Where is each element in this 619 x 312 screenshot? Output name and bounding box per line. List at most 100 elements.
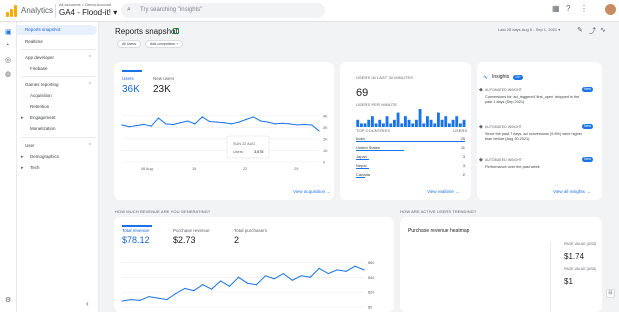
share-icon[interactable]: ⤴ [589, 26, 596, 36]
minute-bar [455, 116, 459, 127]
country-users: 3 [462, 154, 465, 159]
chevron-up-icon: ⌃ [87, 55, 92, 61]
minute-bar [411, 123, 415, 127]
account-breadcrumb[interactable]: All accounts > Demo Account [59, 2, 111, 7]
minute-bar [462, 119, 466, 127]
revenue-line-chart[interactable]: $0 $20 $40 $60 [114, 217, 394, 312]
x-tick-label: 15 [192, 167, 196, 171]
add-comparison-button[interactable]: Add comparison + [145, 40, 184, 48]
tooltip-date: SUN 22 AUG [233, 142, 255, 146]
avatar[interactable] [605, 4, 616, 15]
nav-realtime[interactable]: Realtime [17, 37, 97, 47]
nav-acquisition[interactable]: Acquisition [17, 91, 97, 101]
country-row[interactable]: Nepal 3 [356, 162, 465, 170]
insights-icon[interactable]: ∿ [600, 26, 606, 34]
expand-arrow-icon: ▸ [21, 115, 24, 121]
property-selector[interactable]: GA4 - Flood-it! ▾ [59, 8, 117, 17]
data-point [274, 123, 276, 125]
data-point [296, 124, 298, 126]
data-point [309, 276, 311, 278]
view-realtime-link[interactable]: View realtime → [427, 189, 460, 194]
nav-app-developer[interactable]: App developer ⌃ [17, 53, 97, 63]
home-icon[interactable]: ▣ [5, 28, 12, 36]
minute-bar [385, 116, 389, 127]
nav-label: Tech [30, 165, 40, 170]
purchase-heatmap-card: Purchase revenue heatmap PAGE VALUE (USD… [400, 217, 602, 312]
gear-icon[interactable]: ⚙ [5, 296, 11, 304]
country-bar [356, 141, 465, 142]
explore-icon[interactable]: ◎ [5, 56, 11, 64]
nav-engagement[interactable]: ▸ Engagement [17, 113, 97, 123]
country-users: 3 [462, 163, 465, 168]
minute-bar [389, 123, 393, 127]
data-point [157, 117, 160, 119]
per-minute-bar-chart[interactable] [356, 107, 466, 127]
data-point [223, 122, 225, 124]
page-value-label: PAGE VALUE (USD) [564, 242, 597, 246]
chevron-up-icon: ⌃ [87, 143, 92, 149]
nav-label: Monetization [30, 126, 56, 131]
data-point [289, 123, 291, 125]
nav-monetization[interactable]: Monetization [17, 124, 97, 134]
edit-icon[interactable]: ✎ [577, 26, 583, 34]
more-vert-icon[interactable]: ⋮ [580, 4, 588, 13]
tooltip-label: Users [233, 150, 243, 154]
minute-bar [440, 119, 444, 127]
country-row[interactable]: Canada 2 [356, 171, 465, 179]
advertising-icon[interactable]: ◍ [5, 70, 11, 78]
nav-user[interactable]: User ⌃ [17, 141, 97, 151]
minute-bar [429, 119, 433, 127]
view-all-insights-link[interactable]: View all insights → [553, 189, 591, 194]
data-point [282, 272, 284, 275]
view-acquisition-link[interactable]: View acquisition → [293, 189, 331, 194]
comparison-chip[interactable]: All Users [117, 40, 142, 48]
search-box[interactable]: ⌕ Try searching "insights" [121, 3, 325, 18]
data-point [172, 123, 174, 126]
data-point [345, 270, 347, 272]
realtime-count: 69 [356, 87, 369, 99]
help-icon[interactable]: ? [566, 4, 570, 13]
data-point [303, 123, 306, 126]
revenue-section-heading: HOW MUCH REVENUE ARE YOU GENERATING? [115, 209, 211, 214]
divider [55, 4, 56, 18]
data-point [216, 121, 218, 123]
analytics-logo-icon[interactable] [6, 5, 17, 17]
minute-bar [374, 123, 378, 127]
feedback-icon[interactable]: ⊟ [606, 289, 615, 298]
nav-games-reporting[interactable]: Games reporting ⌃ [17, 80, 97, 90]
nav-demographics[interactable]: ▸ Demographics [17, 152, 97, 162]
country-row[interactable]: United States 11 [356, 144, 465, 152]
search-icon: ⌕ [127, 6, 131, 13]
country-row[interactable]: India 25 [356, 135, 465, 143]
insight-icon: ◆ [479, 124, 483, 130]
expand-arrow-icon: ▸ [21, 165, 24, 171]
data-point [194, 123, 196, 125]
nav-reports-snapshot[interactable]: Reports snapshot [17, 25, 97, 35]
data-point [318, 130, 320, 132]
users-line-chart[interactable]: 01K2K3K4K 08 Aug 15 22 29 SUN 22 AUG Users … [114, 62, 334, 200]
nav-label: Demographics [30, 154, 60, 159]
minute-bar [414, 119, 418, 127]
data-point [264, 275, 267, 277]
data-point [211, 288, 213, 290]
country-row[interactable]: Japan 3 [356, 153, 465, 161]
insight-type: AUTOMATED INSIGHT [485, 158, 522, 162]
nav-retention[interactable]: Retention [17, 102, 97, 112]
country-users: 11 [460, 145, 465, 150]
collapse-nav-icon[interactable]: ‹ [86, 299, 89, 308]
data-point [246, 282, 249, 284]
reports-icon[interactable]: ◔ [5, 42, 9, 49]
new-badge: New [581, 124, 593, 129]
insights-card: ∿ Insights 10+ ◆ AUTOMATED INSIGHT New C… [477, 62, 602, 200]
apps-grid-icon[interactable]: ▦ [552, 4, 560, 13]
date-range-picker[interactable]: Last 28 days Aug 5 - Sep 1, 2021 ▾ [498, 27, 560, 32]
verified-icon[interactable] [173, 28, 179, 34]
new-badge: New [581, 157, 593, 162]
y-tick-label: $20 [368, 291, 374, 295]
nav-tech[interactable]: ▸ Tech [17, 163, 97, 173]
minute-bar [370, 116, 374, 127]
data-point [148, 296, 150, 298]
data-point [157, 297, 159, 299]
nav-firebase[interactable]: Firebase [17, 64, 97, 74]
data-point [121, 300, 123, 302]
